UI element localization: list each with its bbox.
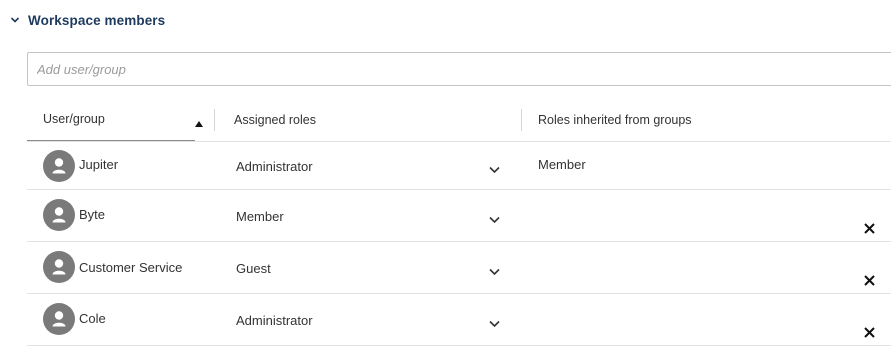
sort-ascending-icon[interactable] <box>195 114 203 127</box>
role-dropdown[interactable]: Administrator <box>236 309 500 331</box>
column-header-user-group[interactable]: User/group <box>27 98 195 141</box>
role-value: Member <box>236 208 284 224</box>
role-value: Administrator <box>236 158 313 174</box>
column-header-label: Roles inherited from groups <box>538 112 692 127</box>
column-divider <box>521 109 522 131</box>
role-dropdown[interactable]: Guest <box>236 257 500 279</box>
close-icon <box>863 326 875 338</box>
close-icon <box>863 222 875 234</box>
add-user-group-input[interactable] <box>27 52 891 86</box>
user-name: Customer Service <box>79 260 183 275</box>
user-name: Jupiter <box>79 157 119 172</box>
table-row: Byte Member <box>27 190 891 242</box>
table-row: Customer Service Guest <box>27 242 891 294</box>
column-divider <box>214 109 215 131</box>
column-header-inherited-roles[interactable]: Roles inherited from groups <box>538 98 692 141</box>
remove-member-button[interactable] <box>862 325 876 339</box>
user-name: Byte <box>79 207 106 222</box>
inherited-role: Member <box>538 157 586 172</box>
remove-member-button[interactable] <box>862 221 876 235</box>
chevron-down-icon <box>489 263 500 276</box>
column-header-label: User/group <box>43 112 105 126</box>
user-avatar-icon <box>43 251 75 283</box>
remove-member-button[interactable] <box>862 273 876 287</box>
close-icon <box>863 274 875 286</box>
user-avatar-icon <box>43 199 75 231</box>
table-row: Cole Administrator <box>27 294 891 346</box>
table-row: Jupiter Administrator Member <box>27 142 891 190</box>
user-avatar-icon <box>43 303 75 335</box>
role-value: Administrator <box>236 312 313 328</box>
role-dropdown[interactable]: Administrator <box>236 155 500 177</box>
chevron-down-icon <box>489 211 500 224</box>
members-table: User/group Assigned roles Roles inherite… <box>27 98 891 346</box>
chevron-down-icon <box>489 161 500 174</box>
table-header: User/group Assigned roles Roles inherite… <box>27 98 891 142</box>
column-header-label: Assigned roles <box>234 112 316 127</box>
chevron-down-icon <box>10 15 20 25</box>
section-title: Workspace members <box>28 12 166 28</box>
column-header-assigned-roles[interactable]: Assigned roles <box>234 98 316 141</box>
chevron-down-icon <box>489 315 500 328</box>
user-avatar-icon <box>43 150 75 182</box>
role-dropdown[interactable]: Member <box>236 205 500 227</box>
role-value: Guest <box>236 260 271 276</box>
workspace-members-section-toggle[interactable]: Workspace members <box>10 10 165 30</box>
user-name: Cole <box>79 311 106 326</box>
